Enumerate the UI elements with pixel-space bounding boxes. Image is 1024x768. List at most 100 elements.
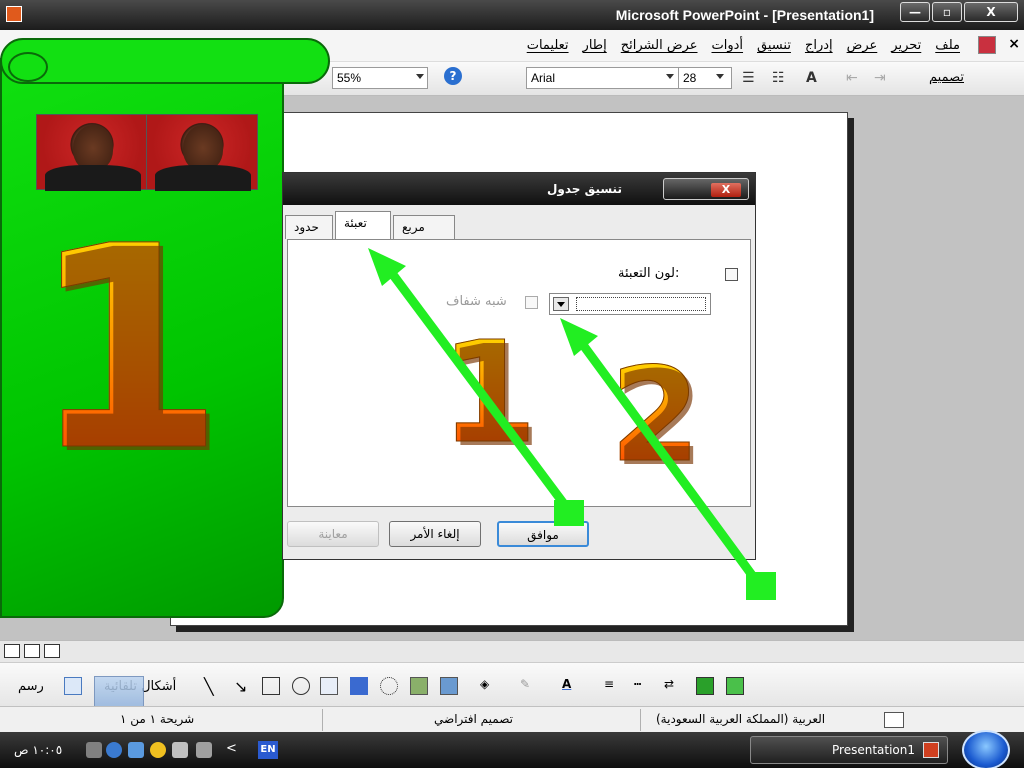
tab-fill[interactable]: تعبئة — [335, 211, 391, 239]
big-number-1: 1 — [30, 187, 226, 513]
increase-font-icon[interactable]: A — [806, 70, 817, 86]
status-separator — [322, 709, 323, 731]
ok-button[interactable]: موافق — [497, 521, 589, 547]
text-box-icon[interactable] — [320, 677, 338, 695]
spell-check-icon[interactable] — [884, 712, 904, 728]
title-bar: Microsoft PowerPoint - [Presentation1] —… — [0, 0, 1024, 30]
portrait-photo — [36, 114, 148, 191]
font-size-value: 28 — [683, 71, 697, 85]
design-button[interactable]: تصميم — [929, 70, 964, 85]
menu-insert[interactable]: إدراج — [805, 38, 833, 53]
fill-color-dropdown-arrow-icon[interactable] — [553, 297, 569, 311]
semi-transparent-checkbox[interactable] — [525, 296, 538, 309]
menu-items: ملف تحرير عرض إدراج تنسيق أدوات عرض الشر… — [527, 38, 960, 53]
menu-help[interactable]: تعليمات — [527, 38, 569, 53]
font-size-dropdown-arrow-icon[interactable] — [716, 74, 724, 79]
slideshow-view-icon[interactable] — [44, 644, 60, 658]
cancel-button[interactable]: إلغاء الأمر — [389, 521, 481, 547]
dialog-close-frame: X — [663, 178, 749, 200]
fill-color-icon[interactable]: ◈ — [480, 677, 498, 695]
powerpoint-app-icon[interactable] — [6, 6, 22, 22]
dialog-title-bar: تنسيق جدول X — [283, 173, 755, 205]
tray-info-icon[interactable] — [106, 742, 122, 758]
fill-color-label: لون التعبئة: — [618, 266, 680, 281]
clip-art-icon[interactable] — [410, 677, 428, 695]
slide-sorter-view-icon[interactable] — [24, 644, 40, 658]
portrait-photo — [146, 114, 258, 191]
minimize-button[interactable]: — — [900, 2, 930, 22]
rectangle-tool-icon[interactable] — [262, 677, 280, 695]
tray-network-icon[interactable] — [86, 742, 102, 758]
help-icon[interactable]: ? — [444, 67, 462, 85]
font-color-icon[interactable]: A — [562, 677, 580, 695]
powerpoint-task-icon — [923, 742, 939, 758]
fill-color-swatch — [576, 297, 706, 311]
decrease-indent-icon[interactable]: ⇤ — [846, 70, 858, 86]
tray-app-icon[interactable] — [128, 742, 144, 758]
zoom-value: 55% — [337, 71, 362, 85]
callout-number-2: 2 — [609, 339, 701, 491]
tray-display-icon[interactable] — [172, 742, 188, 758]
taskbar: ١٠:٠٥ ص < EN Presentation1 — [0, 732, 1024, 768]
close-document-button[interactable]: × — [1008, 36, 1020, 52]
menu-slideshow[interactable]: عرض الشرائح — [621, 38, 698, 53]
status-bar: شريحة ١ من ١ تصميم افتراضي العربية (المم… — [0, 706, 1024, 732]
clock: ١٠:٠٥ ص — [14, 743, 63, 757]
menu-format[interactable]: تنسيق — [757, 38, 791, 53]
picture-icon[interactable] — [440, 677, 458, 695]
tray-messenger-icon[interactable] — [150, 742, 166, 758]
shadow-style-icon[interactable] — [696, 677, 714, 695]
line-color-icon[interactable]: ✎ — [520, 677, 538, 695]
draw-menu-button[interactable]: رسم — [18, 679, 44, 694]
wordart-icon[interactable] — [350, 677, 368, 695]
dialog-close-button[interactable]: X — [711, 183, 741, 197]
banner-roll-curl — [8, 52, 48, 82]
arrow-tool-icon[interactable]: ↘ — [234, 677, 252, 696]
callout-number-1: 1 — [439, 312, 538, 475]
document-icon[interactable] — [978, 36, 996, 54]
taskbar-presentation-label: Presentation1 — [832, 743, 915, 757]
increase-indent-icon[interactable]: ⇥ — [874, 70, 886, 86]
dash-style-icon[interactable]: ┅ — [634, 677, 652, 695]
semi-transparent-label: شبه شفاف — [446, 294, 507, 309]
line-spacing-icon[interactable]: ☰ — [742, 70, 755, 86]
view-strip — [0, 640, 1024, 662]
select-objects-icon[interactable] — [64, 677, 82, 695]
numbering-icon[interactable]: ☷ — [772, 70, 785, 86]
line-tool-icon[interactable]: ╲ — [204, 677, 222, 696]
tab-text-box[interactable]: مربع نص — [393, 215, 455, 248]
menu-window[interactable]: إطار — [583, 38, 607, 53]
design-name: تصميم افتراضي — [434, 712, 513, 726]
start-button-icon[interactable] — [962, 730, 1010, 768]
3d-style-icon[interactable] — [726, 677, 744, 695]
maximize-button[interactable]: ▫ — [932, 2, 962, 22]
fill-color-select[interactable] — [549, 293, 711, 315]
menu-view[interactable]: عرض — [847, 38, 878, 53]
arrow-style-icon[interactable]: ⇄ — [664, 677, 682, 695]
tray-volume-icon[interactable] — [196, 742, 212, 758]
window-title: Microsoft PowerPoint - [Presentation1] — [615, 7, 874, 23]
normal-view-icon[interactable] — [4, 644, 20, 658]
font-name-select[interactable]: Arial — [526, 67, 680, 89]
tab-borders[interactable]: حدود — [285, 215, 333, 239]
zoom-select[interactable]: 55% — [332, 67, 428, 89]
close-window-button[interactable]: X — [964, 2, 1018, 22]
font-name-dropdown-arrow-icon[interactable] — [666, 74, 674, 79]
preview-button[interactable]: معاينة — [287, 521, 379, 547]
taskbar-presentation-button[interactable]: Presentation1 — [750, 736, 948, 764]
font-name-value: Arial — [531, 71, 556, 85]
line-style-icon[interactable]: ≡ — [604, 677, 622, 695]
banner-roll — [0, 38, 330, 84]
dialog-title: تنسيق جدول — [547, 182, 622, 196]
diagram-icon[interactable] — [380, 677, 398, 695]
fill-color-checkbox[interactable] — [725, 268, 738, 281]
zoom-dropdown-arrow-icon[interactable] — [416, 74, 424, 79]
menu-tools[interactable]: أدوات — [712, 38, 744, 53]
menu-file[interactable]: ملف — [935, 38, 960, 53]
tray-expand-chevron-icon[interactable]: < — [226, 741, 237, 756]
language-indicator[interactable]: EN — [258, 741, 278, 759]
oval-tool-icon[interactable] — [292, 677, 310, 695]
slide-info: شريحة ١ من ١ — [120, 712, 195, 726]
status-separator — [640, 709, 641, 731]
menu-edit[interactable]: تحرير — [891, 38, 921, 53]
